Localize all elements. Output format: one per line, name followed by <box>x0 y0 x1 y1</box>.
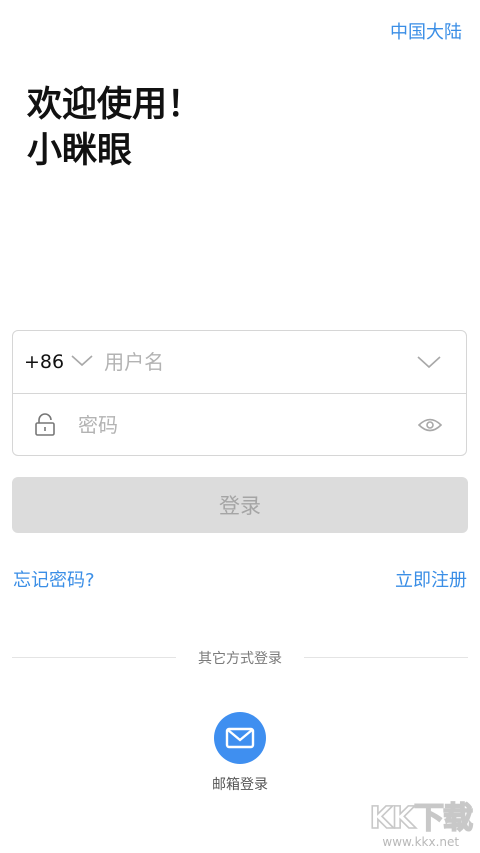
login-form: +86 <box>12 330 467 456</box>
watermark: KK下载 www.kkx.net <box>369 801 474 849</box>
mail-icon <box>214 712 266 764</box>
watermark-url: www.kkx.net <box>382 835 460 849</box>
password-row <box>13 393 466 456</box>
other-login-divider-text: 其它方式登录 <box>198 651 282 667</box>
eye-icon[interactable] <box>418 417 442 433</box>
username-input[interactable] <box>104 342 416 382</box>
divider-right <box>304 657 468 658</box>
region-selector[interactable]: 中国大陆 <box>390 18 462 44</box>
divider-left <box>12 657 176 658</box>
password-input[interactable] <box>78 405 418 445</box>
welcome-line-2: 小眯眼 <box>27 131 133 171</box>
country-code-selector[interactable]: +86 <box>24 351 94 373</box>
forgot-password-link[interactable]: 忘记密码? <box>13 566 95 592</box>
register-link[interactable]: 立即注册 <box>395 566 467 592</box>
email-login-button[interactable]: 邮箱登录 <box>190 712 290 794</box>
welcome-heading: 欢迎使用！ 小眯眼 <box>27 82 202 174</box>
login-screen: 中国大陆 欢迎使用！ 小眯眼 +86 用户名 登录 忘记密码? 立即注册 其它方… <box>0 0 480 853</box>
chevron-down-icon <box>70 351 94 373</box>
country-code: +86 <box>24 351 65 373</box>
watermark-logo: KK下载 <box>369 801 474 836</box>
username-row: +86 <box>13 331 466 393</box>
welcome-line-1: 欢迎使用！ <box>27 85 203 125</box>
account-dropdown-icon[interactable] <box>416 355 442 370</box>
email-login-label: 邮箱登录 <box>212 777 268 793</box>
login-button[interactable]: 登录 <box>12 477 468 533</box>
lock-icon <box>34 413 56 437</box>
